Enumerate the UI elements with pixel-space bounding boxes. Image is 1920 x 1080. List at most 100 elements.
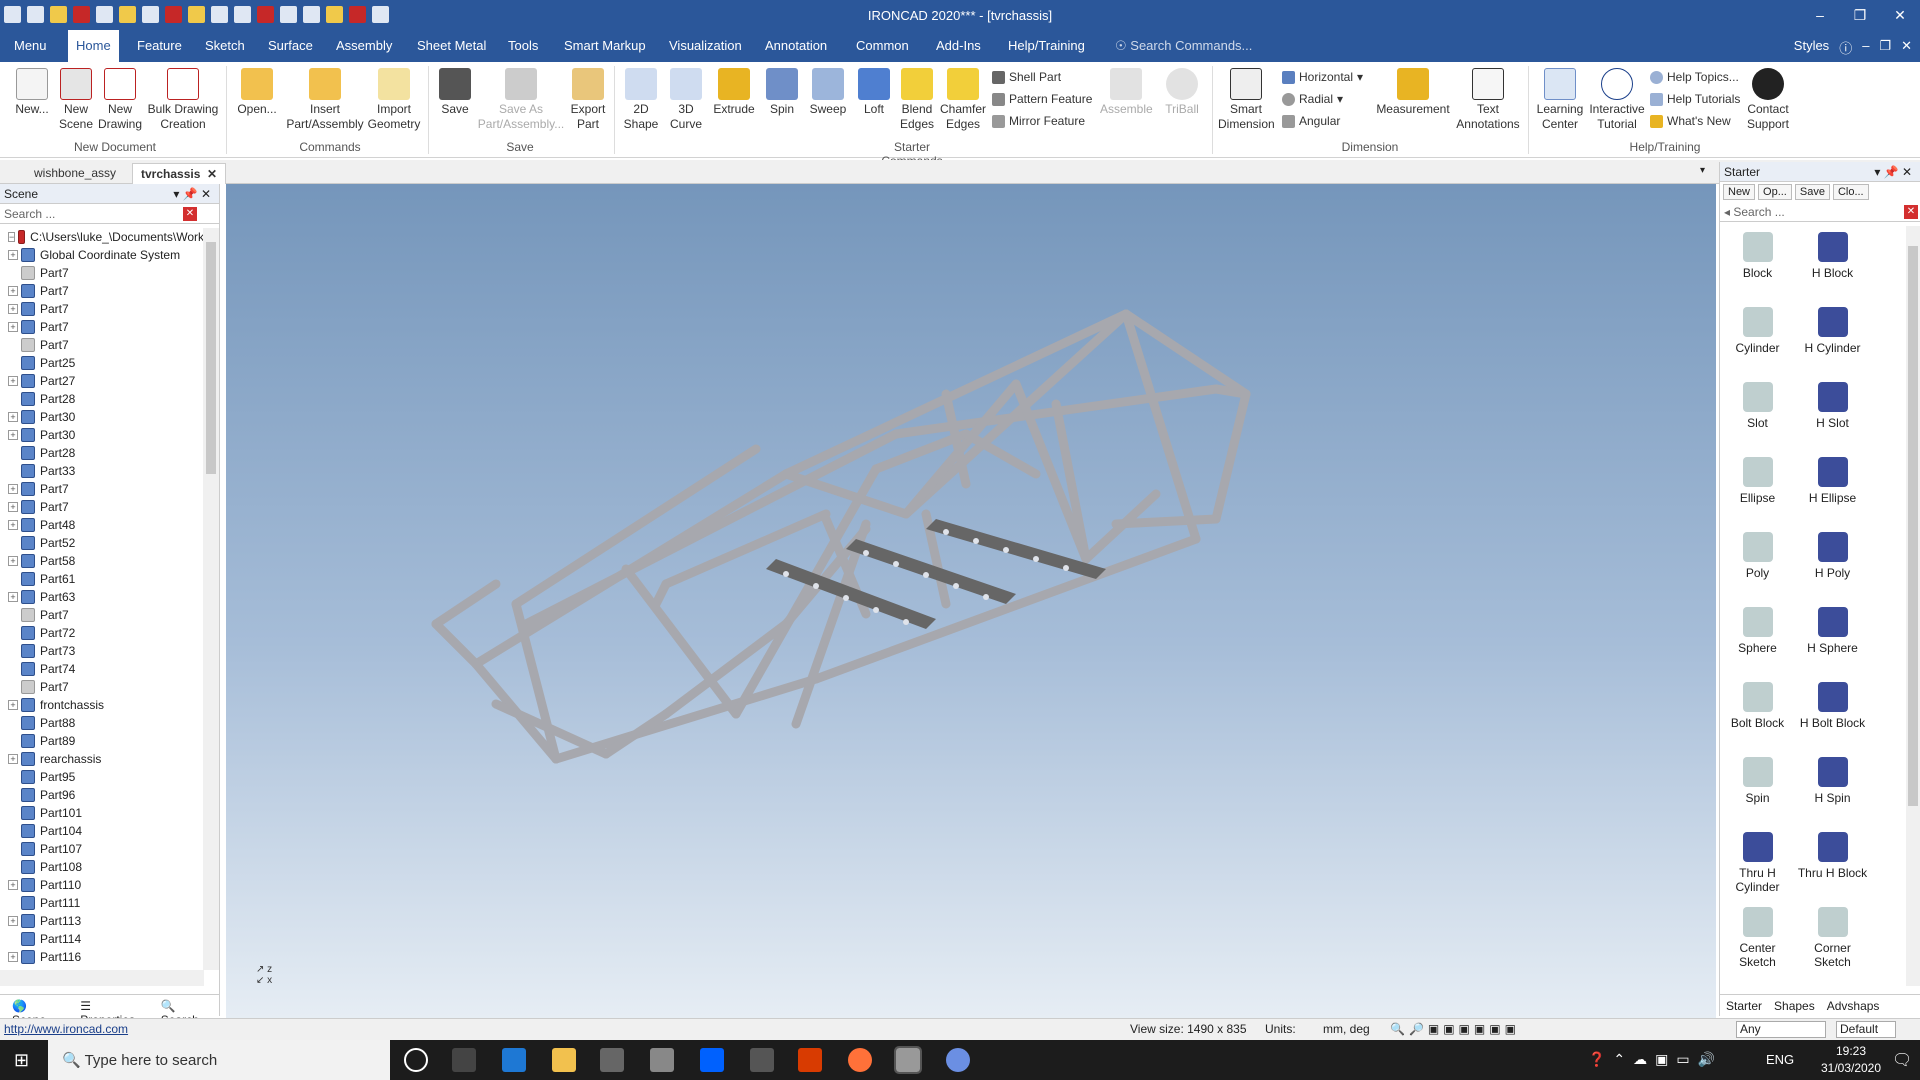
catalog-close-button[interactable]: Clo... — [1832, 184, 1869, 200]
expand-icon[interactable]: + — [8, 952, 18, 962]
system-tray-icons[interactable]: ❓⌃☁▣▭🔊 — [1588, 1051, 1723, 1068]
expand-icon[interactable]: + — [8, 376, 18, 386]
horizontal-dimension-button[interactable]: Horizontal ▾ — [1282, 70, 1363, 84]
dropbox-icon[interactable] — [700, 1048, 724, 1072]
tree-item[interactable]: + Part113 — [0, 912, 204, 930]
taskbar-search-input[interactable]: 🔍 Type here to search — [48, 1040, 390, 1080]
ribbon-search[interactable]: ☉ Search Commands... — [1115, 30, 1252, 62]
ironcad-taskbar-icon[interactable] — [894, 1046, 922, 1074]
catalog-open-button[interactable]: Op... — [1758, 184, 1792, 200]
windows-start-icon[interactable]: ⊞ — [14, 1050, 29, 1071]
tree-item[interactable]: Part111 — [0, 894, 204, 912]
catalog-item[interactable]: Spin — [1720, 751, 1795, 826]
app-icon[interactable] — [750, 1048, 774, 1072]
text-annotations-button[interactable]: Text Annotations — [1454, 68, 1522, 132]
sweep-button[interactable]: Sweep — [806, 68, 850, 117]
tab-search[interactable]: 🔍 Search — [149, 995, 220, 1027]
catalog-item[interactable]: Thru H Block — [1795, 826, 1870, 901]
tab-sheet-metal[interactable]: Sheet Metal — [417, 30, 486, 62]
tree-item[interactable]: Part7 — [0, 606, 204, 624]
spin-button[interactable]: Spin — [762, 68, 802, 117]
notification-icon[interactable]: 🗨 — [1892, 1050, 1912, 1070]
expand-icon[interactable]: + — [8, 322, 18, 332]
catalog-item[interactable]: H Slot — [1795, 376, 1870, 451]
catalog-item[interactable]: H Spin — [1795, 751, 1870, 826]
mail-icon[interactable] — [650, 1048, 674, 1072]
tree-item[interactable]: Part107 — [0, 840, 204, 858]
minimize-icon[interactable]: – — [1800, 0, 1840, 30]
catalog-item[interactable]: H Poly — [1795, 526, 1870, 601]
tree-item[interactable]: Part28 — [0, 390, 204, 408]
tree-item[interactable]: + Part63 — [0, 588, 204, 606]
expand-icon[interactable]: + — [8, 916, 18, 926]
tab-add-ins[interactable]: Add-Ins — [936, 30, 981, 62]
language-indicator[interactable]: ENG — [1766, 1052, 1794, 1067]
tab-surface[interactable]: Surface — [268, 30, 313, 62]
doc-tab-wishbone[interactable]: wishbone_assy — [26, 163, 124, 184]
angular-dimension-button[interactable]: Angular — [1282, 114, 1340, 128]
blend-edges-button[interactable]: Blend Edges — [896, 68, 938, 132]
tree-item[interactable]: Part7 — [0, 336, 204, 354]
tree-item[interactable]: Part33 — [0, 462, 204, 480]
tab-starter[interactable]: Starter — [1726, 999, 1762, 1013]
tab-properties[interactable]: ☰ Properties — [68, 995, 148, 1027]
catalog-save-button[interactable]: Save — [1794, 184, 1830, 200]
interactive-tutorial-button[interactable]: Interactive Tutorial — [1588, 68, 1646, 132]
tree-item[interactable]: + Part7 — [0, 318, 204, 336]
units-value[interactable]: mm, deg — [1323, 1022, 1370, 1036]
tree-item[interactable]: Part104 — [0, 822, 204, 840]
catalog-item[interactable]: Center Sketch — [1720, 901, 1795, 976]
clear-search-icon[interactable]: ✕ — [183, 207, 197, 221]
bulk-drawing-button[interactable]: Bulk Drawing Creation — [146, 68, 220, 132]
triball-button[interactable]: TriBall — [1160, 68, 1204, 117]
catalog-item[interactable]: H Block — [1795, 226, 1870, 301]
3d-viewport[interactable]: ↗ z ↙ x — [226, 184, 1716, 1018]
tab-visualization[interactable]: Visualization — [669, 30, 742, 62]
expand-icon[interactable]: + — [8, 880, 18, 890]
measurement-button[interactable]: Measurement — [1372, 68, 1454, 117]
clock-time[interactable]: 19:23 — [1826, 1044, 1876, 1058]
restore-ribbon-icon[interactable]: ❐ — [1879, 38, 1891, 57]
scrollbar-thumb[interactable] — [1908, 246, 1918, 806]
restore-icon[interactable]: ❐ — [1840, 0, 1880, 30]
close-ribbon-icon[interactable]: ✕ — [1901, 38, 1912, 57]
pattern-feature-button[interactable]: Pattern Feature — [992, 92, 1092, 106]
catalog-item[interactable]: Poly — [1720, 526, 1795, 601]
tree-item[interactable]: + Part30 — [0, 408, 204, 426]
catalog-item[interactable]: Ellipse — [1720, 451, 1795, 526]
store-icon[interactable] — [600, 1048, 624, 1072]
catalog-new-button[interactable]: New — [1723, 184, 1756, 200]
tree-item[interactable]: Part52 — [0, 534, 204, 552]
doc-tab-tvrchassis[interactable]: tvrchassis ✕ — [132, 163, 227, 184]
edge-icon[interactable] — [502, 1048, 526, 1072]
tree-item[interactable]: + Part30 — [0, 426, 204, 444]
tab-dropdown-icon[interactable]: ▾ — [1700, 165, 1705, 176]
2d-shape-button[interactable]: 2D Shape — [620, 68, 662, 132]
tab-scene[interactable]: 🌎 Scene — [0, 995, 68, 1027]
tree-item[interactable]: + rearchassis — [0, 750, 204, 768]
starter-search-input[interactable]: ◂ Search ... ✕ — [1720, 202, 1920, 222]
catalog-item[interactable]: H Sphere — [1795, 601, 1870, 676]
ironcad-link[interactable]: http://www.ironcad.com — [4, 1022, 128, 1036]
tab-help-training[interactable]: Help/Training — [1008, 30, 1085, 62]
tab-smart-markup[interactable]: Smart Markup — [564, 30, 646, 62]
styles-menu[interactable]: Styles — [1794, 38, 1829, 57]
catalog-item[interactable]: H Bolt Block — [1795, 676, 1870, 751]
tree-item[interactable]: + Part7 — [0, 300, 204, 318]
tree-item[interactable]: Part61 — [0, 570, 204, 588]
tree-item[interactable]: Part7 — [0, 678, 204, 696]
tab-feature[interactable]: Feature — [137, 30, 182, 62]
task-view-icon[interactable] — [452, 1048, 476, 1072]
clock-date[interactable]: 31/03/2020 — [1818, 1061, 1884, 1075]
catalog-item[interactable]: Thru H Cylinder — [1720, 826, 1795, 901]
expand-icon[interactable]: + — [8, 286, 18, 296]
scene-search-input[interactable]: Search ... ✕ — [0, 204, 219, 224]
chassis-model[interactable] — [226, 184, 1716, 1018]
expand-icon[interactable]: + — [8, 304, 18, 314]
scene-vertical-scrollbar[interactable] — [203, 228, 219, 970]
tree-item[interactable]: Part28 — [0, 444, 204, 462]
smart-dimension-button[interactable]: Smart Dimension — [1218, 68, 1275, 132]
expand-icon[interactable]: + — [8, 412, 18, 422]
tree-item[interactable]: + Part48 — [0, 516, 204, 534]
insert-part-button[interactable]: Insert Part/Assembly — [284, 68, 366, 132]
